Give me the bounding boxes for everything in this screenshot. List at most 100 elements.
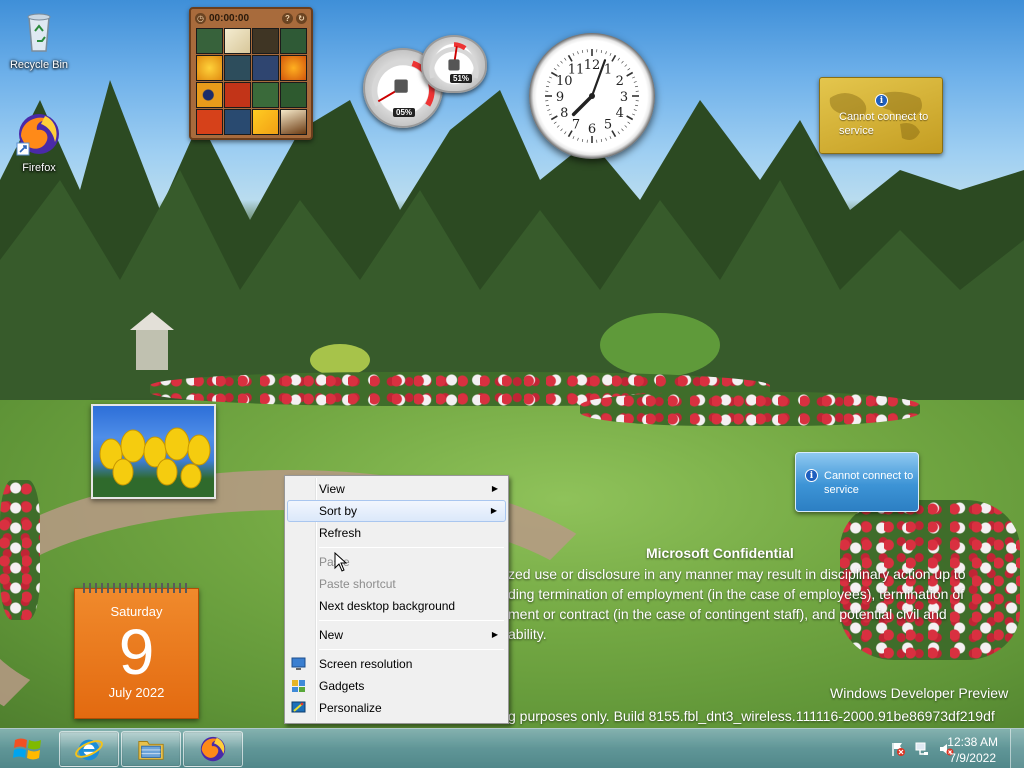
- puzzle-tile[interactable]: [252, 82, 279, 108]
- clock-numeral: 6: [588, 122, 596, 137]
- clock-tick: [634, 85, 639, 88]
- monitor-icon: [291, 657, 306, 670]
- submenu-arrow-icon: ▶: [491, 630, 498, 639]
- clock-gadget[interactable]: 12 1 2 3 4 5 6 7 8 9 10 11: [529, 33, 655, 159]
- puzzle-tile[interactable]: [252, 109, 279, 135]
- feed-headlines-gadget[interactable]: i Cannot connect to service: [795, 452, 919, 512]
- clock-numeral: 9: [556, 90, 564, 105]
- menu-item-sort-by[interactable]: Sort by ▶: [287, 500, 506, 522]
- menu-item-next-desktop-background[interactable]: Next desktop background: [287, 595, 506, 617]
- puzzle-tile[interactable]: [280, 109, 307, 135]
- menu-item-refresh[interactable]: Refresh: [287, 522, 506, 544]
- clock-tick: [560, 128, 563, 132]
- file-explorer-icon: [138, 741, 164, 760]
- clock-tick: [611, 54, 617, 62]
- desktop-context-menu[interactable]: View ▶ Sort by ▶ Refresh Paste Paste sho…: [284, 475, 509, 724]
- calendar-gadget[interactable]: Saturday 9 July 2022: [74, 583, 199, 719]
- menu-separator: [319, 547, 504, 548]
- puzzle-tile[interactable]: [196, 55, 223, 81]
- clock-center: [589, 93, 595, 99]
- clock-tick: [600, 49, 603, 54]
- watermark-line: ding termination of employment (in the c…: [508, 586, 965, 602]
- personalize-icon: [291, 701, 306, 713]
- puzzle-tile[interactable]: [252, 55, 279, 81]
- taskbar-clock[interactable]: 12:38 AM 7/9/2022: [947, 734, 998, 766]
- menu-item-personalize[interactable]: Personalize: [287, 697, 506, 719]
- clock-numeral: 7: [572, 118, 580, 133]
- clock-tick: [553, 68, 557, 71]
- clock-face: 12 1234567891011: [545, 49, 639, 143]
- clock-tick: [572, 136, 575, 140]
- firefox-label: Firefox: [22, 162, 56, 174]
- flowerbed: [0, 480, 40, 620]
- puzzle-tile[interactable]: [196, 82, 223, 108]
- menu-item-screen-resolution[interactable]: Screen resolution: [287, 653, 506, 675]
- clock-tick: [627, 68, 631, 71]
- cpu-usage-label: 05%: [393, 108, 416, 117]
- clock-tick: [548, 76, 552, 79]
- clock-tick: [624, 125, 628, 128]
- taskbar-firefox[interactable]: [183, 731, 243, 767]
- watermark-line: zed use or disclosure in any manner may …: [508, 566, 966, 582]
- clock-tick: [621, 128, 624, 132]
- memory-meter-gadget[interactable]: 51%: [421, 35, 487, 93]
- puzzle-tile[interactable]: [224, 55, 251, 81]
- clock-tick: [634, 104, 639, 107]
- clock-tick: [572, 52, 575, 56]
- clock-tick: [632, 76, 636, 79]
- show-desktop-button[interactable]: [1010, 729, 1024, 768]
- puzzle-shuffle-button[interactable]: ↻: [296, 12, 307, 24]
- puzzle-tile[interactable]: [280, 55, 307, 81]
- puzzle-tile[interactable]: [224, 82, 251, 108]
- picture-puzzle-gadget[interactable]: ◷ 00:00:00 ? ↻: [189, 7, 313, 140]
- recycle-bin-icon: [27, 13, 51, 52]
- clock-tick: [633, 81, 637, 83]
- menu-item-paste[interactable]: Paste: [287, 551, 506, 573]
- taskbar-internet-explorer[interactable]: [59, 731, 119, 767]
- internet-explorer-icon: [75, 739, 103, 761]
- menu-separator: [319, 649, 504, 650]
- menu-item-view[interactable]: View ▶: [287, 478, 506, 500]
- watermark-title: Microsoft Confidential: [646, 545, 794, 561]
- clock-tick: [609, 136, 612, 140]
- start-button[interactable]: [3, 730, 53, 768]
- menu-item-new[interactable]: New ▶: [287, 624, 506, 646]
- clock-tick: [581, 138, 584, 143]
- menu-item-label: Gadgets: [319, 679, 365, 693]
- windows-logo-icon: [13, 738, 41, 760]
- taskbar-file-explorer[interactable]: [121, 731, 181, 767]
- firefox-icon: [200, 736, 226, 762]
- puzzle-tile[interactable]: [224, 28, 251, 54]
- puzzle-tile[interactable]: [252, 28, 279, 54]
- puzzle-tile[interactable]: [280, 82, 307, 108]
- puzzle-tile[interactable]: [196, 109, 223, 135]
- puzzle-timer: 00:00:00: [209, 12, 250, 24]
- memory-usage-label: 51%: [450, 74, 473, 83]
- watermark-product: Windows Developer Preview: [830, 685, 1009, 701]
- slideshow-gadget[interactable]: [91, 404, 216, 499]
- action-center-flag-icon[interactable]: [890, 741, 906, 757]
- clock-numeral: 2: [616, 74, 624, 89]
- network-icon[interactable]: [914, 741, 930, 757]
- menu-item-gadgets[interactable]: Gadgets: [287, 675, 506, 697]
- puzzle-grid[interactable]: [196, 28, 307, 135]
- calendar-month-year: July 2022: [108, 685, 165, 700]
- clock-tick: [564, 57, 567, 61]
- puzzle-tile[interactable]: [196, 28, 223, 54]
- puzzle-help-button[interactable]: ?: [282, 12, 293, 24]
- taskbar[interactable]: 12:38 AM 7/9/2022: [0, 728, 1024, 768]
- info-icon: i: [805, 469, 818, 482]
- puzzle-tile[interactable]: [224, 109, 251, 135]
- menu-item-paste-shortcut[interactable]: Paste shortcut: [287, 573, 506, 595]
- firefox-shortcut[interactable]: Firefox: [1, 110, 77, 174]
- menu-separator: [319, 620, 504, 621]
- recycle-bin[interactable]: Recycle Bin: [1, 7, 77, 71]
- clock-tick: [600, 138, 603, 143]
- system-tray[interactable]: [890, 741, 954, 757]
- clock-tick: [577, 51, 579, 55]
- calendar-day-number: 9: [118, 616, 155, 688]
- clock-tick: [611, 130, 617, 138]
- puzzle-tile[interactable]: [280, 28, 307, 54]
- weather-gadget[interactable]: i Cannot connect to service: [819, 77, 943, 154]
- watermark-build: g purposes only. Build 8155.fbl_dnt3_wir…: [508, 708, 995, 724]
